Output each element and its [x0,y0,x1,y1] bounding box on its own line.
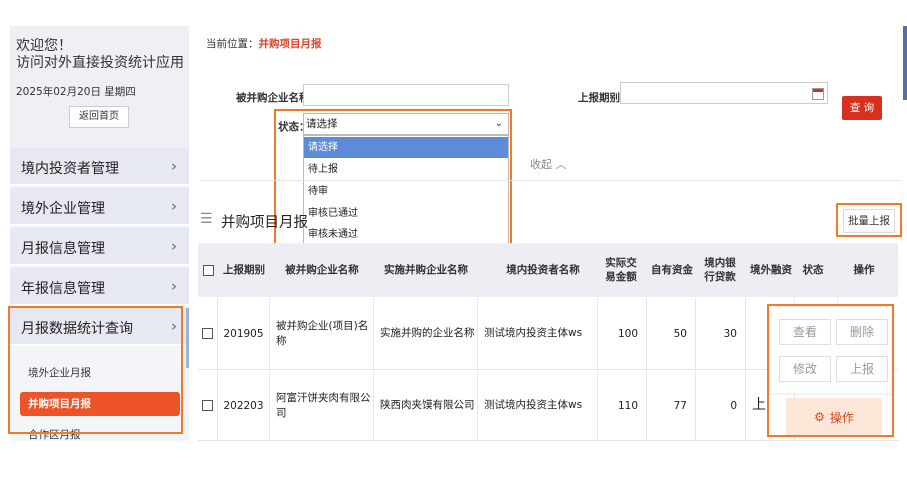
select-all-checkbox[interactable] [202,264,214,276]
menu-domestic-investor[interactable]: 境内投资者管理 › [10,148,189,186]
list-title: 并购项目月报 [221,215,308,231]
breadcrumb-current: 并购项目月报 [258,38,322,50]
column-header: 境内银行贷款 [704,257,736,283]
column-header: 状态 [802,264,824,276]
welcome-line-2: 访问对外直接投资统计应用 [16,55,184,71]
status-select[interactable]: 请选择 ⌄ [303,113,509,135]
menu-monthly-report[interactable]: 月报信息管理 › [10,228,189,266]
target-cell: 被并购企业(项目)名称 [270,298,374,369]
loan-cell: 30 [696,298,746,369]
operate-button[interactable]: ⚙ 操作 [786,398,882,436]
list-icon: ☰ [200,211,213,227]
query-button[interactable]: 查 询 [842,96,882,120]
breadcrumb: 当前位置：并购项目月报 [206,36,322,51]
row-checkbox[interactable] [202,328,213,339]
gear-icon: ⚙ [814,410,825,424]
menu-label: 境外企业管理 [21,201,105,217]
column-header: 实施并购企业名称 [384,264,468,276]
divider [200,180,900,181]
row-checkbox[interactable] [202,400,213,411]
own-funds-cell: 77 [647,371,696,440]
sidebar-scrollbar[interactable] [186,308,189,368]
column-header: 境内投资者名称 [506,264,580,276]
menu-label: 年报信息管理 [21,281,105,297]
home-button[interactable]: 返回首页 [69,106,129,128]
investor-cell: 测试境内投资主体ws [478,298,598,369]
current-date: 2025年02月20日 星期四 [16,86,136,98]
welcome-line-1: 欢迎您！ [16,38,72,54]
action-popup: 查看 删除 修改 上报 [770,307,893,393]
chevron-right-icon: › [171,317,177,335]
column-header: 操作 [853,264,875,276]
table-header: 上报期别 被并购企业名称 实施并购企业名称 境内投资者名称 实际交易金额 自有资… [198,243,898,297]
view-button[interactable]: 查看 [779,319,831,345]
chevron-right-icon: › [171,237,177,255]
period-cell: 201905 [218,298,270,369]
welcome-text: 欢迎您！ 访问对外直接投资统计应用 [16,38,184,72]
menu-label: 月报信息管理 [21,241,105,257]
column-header: 境外融资 [750,264,792,276]
status-option[interactable]: 请选择 [304,137,508,158]
column-header: 实际交易金额 [605,257,637,283]
status-option[interactable]: 待上报 [304,159,508,180]
submenu-overseas-monthly[interactable]: 境外企业月报 [20,361,180,385]
header-checkbox-cell [198,243,218,297]
sidebar: 欢迎您！ 访问对外直接投资统计应用 2025年02月20日 星期四 返回首页 境… [10,26,189,441]
column-header: 被并购企业名称 [285,264,359,276]
menu-label: 月报数据统计查询 [21,321,133,337]
investor-cell: 测试境内投资主体ws [478,371,598,440]
right-scrollbar[interactable] [903,26,907,100]
acquirer-cell: 实施并购的企业名称 [374,298,478,369]
acquirer-cell: 陕西肉夹馍有限公司 [374,371,478,440]
row-checkbox-cell [198,298,218,369]
report-button[interactable]: 上报 [836,356,888,382]
status-option[interactable]: 审核未通过 [304,224,508,245]
operate-label: 操作 [829,410,854,425]
company-name-input[interactable] [303,84,509,106]
calendar-icon[interactable] [812,88,824,100]
menu-label: 境内投资者管理 [21,161,119,177]
own-funds-cell: 50 [647,298,696,369]
menu-overseas-enterprise[interactable]: 境外企业管理 › [10,188,189,226]
menu-annual-report[interactable]: 年报信息管理 › [10,268,189,306]
delete-button[interactable]: 删除 [836,319,888,345]
status-select-value: 请选择 [306,118,338,130]
status-option[interactable]: 待审 [304,181,508,202]
status-dropdown: 请选择 待上报 待审 审核已通过 审核未通过 [303,135,509,245]
column-header: 自有资金 [651,264,693,276]
app-root: 欢迎您！ 访问对外直接投资统计应用 2025年02月20日 星期四 返回首页 境… [0,0,907,482]
column-header: 上报期别 [223,264,265,276]
period-input[interactable] [620,82,828,104]
amount-cell: 100 [598,298,647,369]
batch-report-button[interactable]: 批量上报 [843,209,895,233]
chevron-right-icon: › [171,277,177,295]
target-cell: 阿富汗饼夹肉有限公司 [270,371,374,440]
edit-button[interactable]: 修改 [779,356,831,382]
row-checkbox-cell [198,371,218,440]
submenu-zone-monthly[interactable]: 合作区月报 [20,423,180,441]
amount-cell: 110 [598,371,647,440]
chevron-right-icon: › [171,197,177,215]
period-cell: 202203 [218,371,270,440]
menu-monthly-statistics[interactable]: 月报数据统计查询 › [10,308,189,346]
chevron-right-icon: › [171,157,177,175]
chevron-down-icon: ⌄ [494,118,503,129]
submenu: 境外企业月报 并购项目月报 合作区月报 [10,347,189,441]
submenu-ma-monthly[interactable]: 并购项目月报 [20,392,180,416]
status-option[interactable]: 审核已通过 [304,203,508,224]
breadcrumb-prefix: 当前位置： [206,38,259,50]
collapse-toggle[interactable]: 收起 ︿ [530,156,567,172]
loan-cell: 0 [696,371,746,440]
